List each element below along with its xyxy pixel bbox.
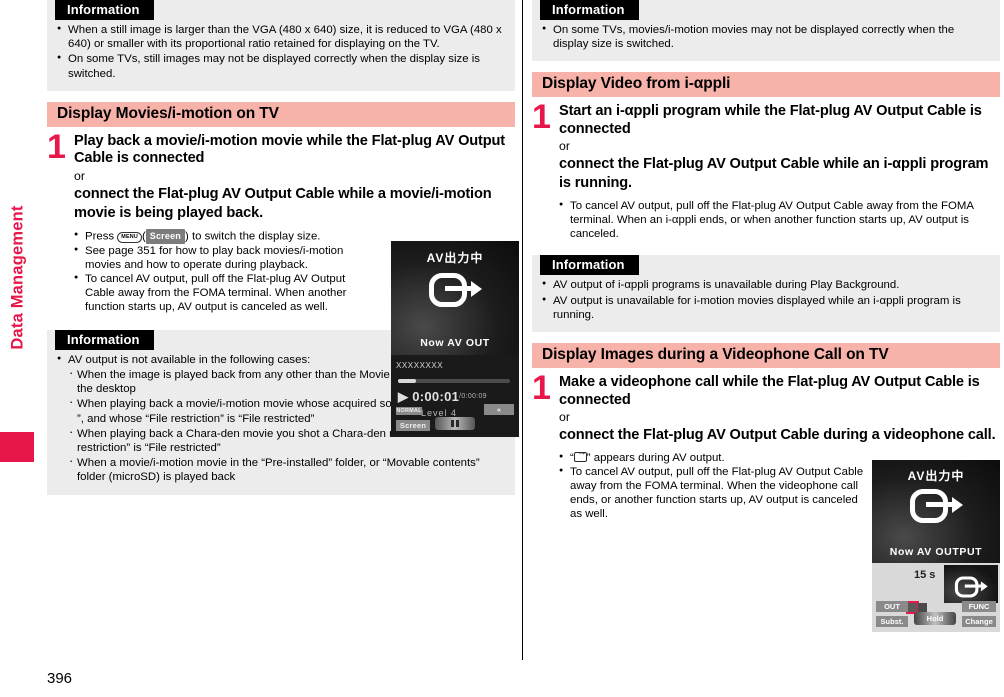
info-item: AV output is unavailable for i-motion mo… (542, 293, 990, 322)
shot-en-label: Now AV OUT (420, 337, 490, 349)
manual-page: Data Management Information When a still… (0, 0, 1004, 697)
info-box-still-image: Information When a still image is larger… (47, 0, 515, 91)
info-heading: Information (55, 329, 154, 350)
section-header-movies: Display Movies/i-motion on TV (47, 101, 515, 127)
shot-playback-time: ▶ 0:00:01/0:00:09 (398, 388, 487, 404)
side-tab: Data Management (0, 0, 34, 660)
step-title-alt: connect the Flat-plug AV Output Cable wh… (559, 156, 989, 192)
shot-player-area: XXXXXXXX ▶ 0:00:01/0:00:09 Level 4 NORMA… (391, 354, 519, 437)
av-output-status-icon-highlighted (906, 601, 919, 615)
info-box-tvs: Information On some TVs, movies/i-motion… (532, 0, 1000, 62)
shot-softkey-subst: Subst. (876, 615, 908, 627)
shot-call-duration: 15 s (914, 569, 936, 582)
step-notes: To cancel AV output, pull off the Flat-p… (559, 198, 1000, 241)
step-start-iappli: 1 Start an i-αppli program while the Fla… (532, 98, 1000, 241)
status-icon-5 (918, 603, 927, 613)
menu-key-icon: MENU (117, 231, 142, 243)
note-icon-suffix: ” appears during AV output. (586, 452, 725, 465)
note-press-prefix: Press (85, 230, 115, 243)
step-notes: “” appears during AV output. To cancel A… (559, 448, 869, 521)
shot-softkey-hold: Hold (914, 611, 956, 625)
shot-softkey-back: « (484, 403, 514, 415)
section-header-videophone: Display Images during a Videophone Call … (532, 343, 1000, 369)
info-item: AV output of i-αppli programs is unavail… (542, 277, 990, 292)
shot-softkey-change: Change (962, 615, 996, 627)
step-title-alt: connect the Flat-plug AV Output Cable wh… (74, 185, 492, 221)
page-number: 396 (47, 670, 73, 687)
info-box-iappli: Information AV output of i-αppli program… (532, 255, 1000, 333)
shot-softkey-screen: Screen (396, 419, 430, 431)
shot-jp-label: AV出力中 (907, 469, 965, 484)
shot-file-name: XXXXXXXX (396, 360, 444, 371)
shot-softkey-func: FUNC (962, 600, 996, 612)
step-title: Play back a movie/i-motion movie while t… (74, 132, 505, 167)
shot-jp-label: AV出力中 (426, 250, 484, 265)
shot-sub-window (944, 565, 998, 604)
info-heading: Information (540, 255, 639, 276)
shot-softkey-out: OUT (876, 600, 908, 612)
note-press-key: Press MENU(Screen) to switch the display… (74, 228, 374, 244)
step-number: 1 (47, 127, 66, 166)
step-title: Start an i-αppli program while the Flat-… (559, 103, 982, 137)
shot-progress-bar (398, 378, 510, 383)
phone-screenshot-videophone: AV出力中 Now AV OUTPUT 15 s OUT Subst. Hold… (872, 460, 1000, 632)
note-press-suffix: ) to switch the display size. (185, 230, 321, 243)
icon-item-text-c: ”, and whose “File restriction” is “File… (77, 412, 315, 425)
shot-time-total: /0:00:09 (459, 392, 487, 400)
note-av-icon: “” appears during AV output. (559, 448, 869, 465)
info-item: When a still image is larger than the VG… (57, 22, 505, 51)
side-tab-label: Data Management (8, 205, 27, 350)
step-or: or (559, 139, 570, 154)
step-number: 1 (532, 98, 551, 137)
shot-softkey-normal: NORMAL (396, 406, 422, 415)
phone-screenshot-movie: AV出力中 Now AV OUT XXXXXXXX ▶ 0:00:01/0:00… (391, 241, 519, 437)
step-title: Make a videophone call while the Flat-pl… (559, 374, 980, 408)
info-list: AV output of i-αppli programs is unavail… (532, 277, 1000, 322)
column-divider (522, 0, 523, 660)
shot-av-output-area: AV出力中 Now AV OUT (391, 241, 519, 355)
av-output-status-icon (573, 448, 587, 463)
info-list: When a still image is larger than the VG… (47, 22, 515, 81)
note-item: To cancel AV output, pull off the Flat-p… (559, 198, 1000, 241)
shot-av-output-area: AV出力中 Now AV OUTPUT (872, 460, 1000, 564)
note-item: To cancel AV output, pull off the Flat-p… (559, 464, 869, 521)
info-heading: Information (540, 0, 639, 20)
step-title-alt: connect the Flat-plug AV Output Cable du… (559, 427, 996, 444)
info-heading: Information (55, 0, 154, 20)
info-list: On some TVs, movies/i-motion movies may … (532, 22, 1000, 51)
shot-time-current: 0:00:01 (412, 388, 460, 404)
info-item: On some TVs, still images may not be dis… (57, 51, 505, 80)
step-number: 1 (532, 369, 551, 408)
side-tab-marker (0, 432, 34, 462)
right-column: Information On some TVs, movies/i-motion… (532, 0, 1000, 521)
screen-softkey-icon: Screen (145, 228, 185, 244)
shot-en-label: Now AV OUTPUT (889, 546, 983, 559)
note-item: To cancel AV output, pull off the Flat-p… (74, 271, 374, 314)
info-item: On some TVs, movies/i-motion movies may … (542, 22, 990, 51)
section-header-iappli: Display Video from i-αppli (532, 72, 1000, 98)
av-output-icon (429, 272, 482, 307)
info-sub-item: When a movie/i-motion movie in the “Pre-… (57, 454, 505, 484)
shot-pause-button (435, 416, 475, 430)
step-or: or (559, 410, 570, 425)
av-output-icon-small (954, 576, 988, 598)
step-or: or (74, 168, 85, 183)
note-item: See page 351 for how to play back movies… (74, 243, 374, 272)
av-output-icon (910, 488, 963, 523)
shot-videophone-area: 15 s OUT Subst. Hold FUNC Change (872, 563, 1000, 632)
